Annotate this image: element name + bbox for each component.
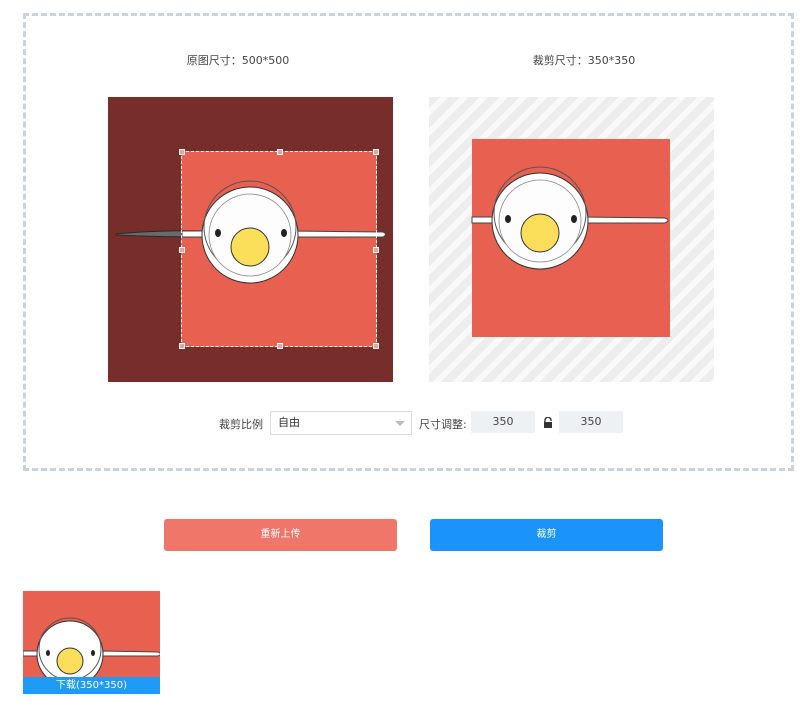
- crop-handle-right[interactable]: [373, 247, 379, 253]
- lock-icon[interactable]: [543, 417, 553, 428]
- crop-handle-top-left[interactable]: [179, 149, 185, 155]
- crop-handle-bottom-right[interactable]: [373, 343, 379, 349]
- crop-ratio-label: 裁剪比例: [219, 418, 263, 431]
- crop-ratio-select[interactable]: 自由: [270, 411, 412, 435]
- download-button[interactable]: 下载(350*350): [23, 677, 160, 694]
- crop-handle-top-right[interactable]: [373, 149, 379, 155]
- height-input[interactable]: 350: [559, 411, 623, 433]
- source-image-stage[interactable]: [108, 97, 393, 382]
- original-size-label: 原图尺寸：500*500: [186, 54, 290, 67]
- crop-handle-left[interactable]: [179, 247, 185, 253]
- crop-controls: 裁剪比例 自由 尺寸调整: 350 350: [0, 411, 800, 435]
- crop-size-label: 裁剪尺寸：350*350: [532, 54, 636, 67]
- chevron-down-icon: [395, 421, 405, 426]
- width-input[interactable]: 350: [471, 411, 535, 433]
- crop-handle-bottom[interactable]: [277, 343, 283, 349]
- crop-button[interactable]: 裁剪: [430, 519, 663, 551]
- crop-handle-bottom-left[interactable]: [179, 343, 185, 349]
- cropped-result-thumbnail[interactable]: 下载(350*350): [23, 591, 160, 694]
- crop-selection-box[interactable]: [179, 149, 379, 349]
- crop-preview-image: [471, 139, 670, 337]
- crop-ratio-value: 自由: [278, 416, 300, 429]
- size-adjust-label: 尺寸调整:: [419, 418, 467, 431]
- reupload-button[interactable]: 重新上传: [164, 519, 397, 551]
- crop-preview-stage: [429, 97, 714, 382]
- crop-handle-top[interactable]: [277, 149, 283, 155]
